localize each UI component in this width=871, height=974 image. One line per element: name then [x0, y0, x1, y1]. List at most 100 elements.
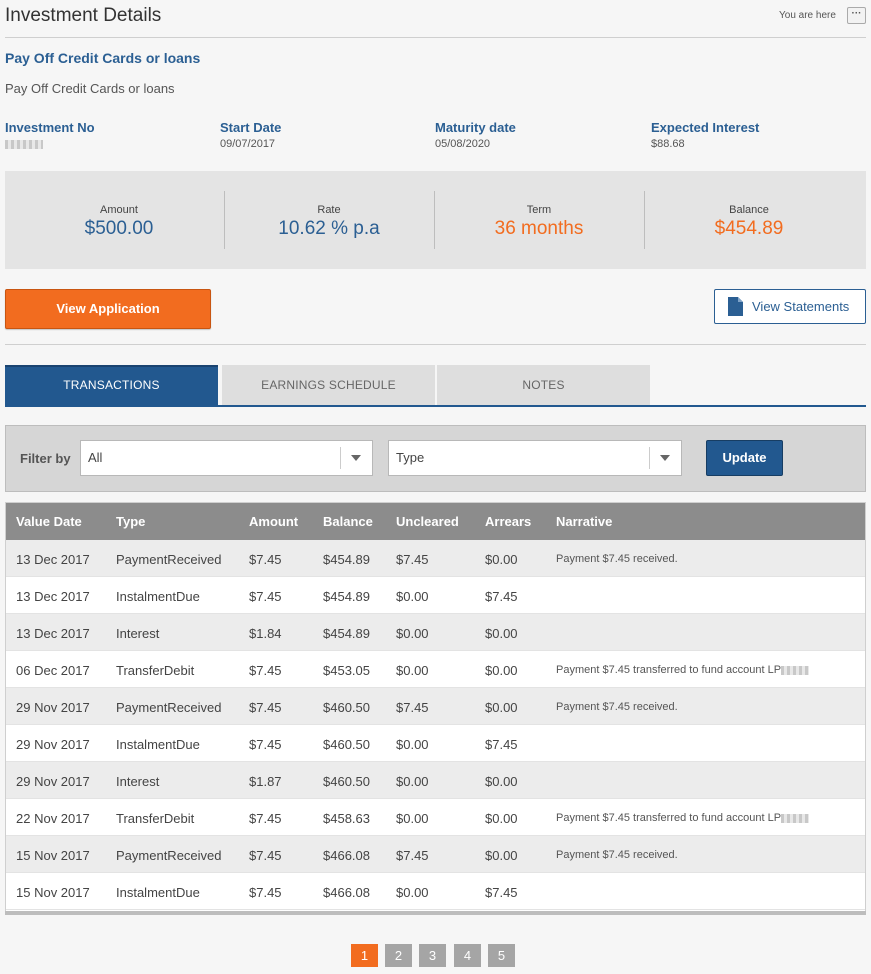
- cell-uncleared: $0.00: [396, 774, 429, 789]
- summary-panel: Amount $500.00 Rate 10.62 % p.a Term 36 …: [5, 171, 866, 269]
- cell-value-date: 29 Nov 2017: [16, 774, 90, 789]
- column-header-value-date[interactable]: Value Date: [16, 514, 82, 529]
- cell-arrears: $0.00: [485, 663, 518, 678]
- cell-type: InstalmentDue: [116, 737, 200, 752]
- table-header: Value Date Type Amount Balance Uncleared…: [6, 503, 865, 540]
- cell-amount: $1.84: [249, 626, 282, 641]
- column-header-amount[interactable]: Amount: [249, 514, 298, 529]
- column-header-type[interactable]: Type: [116, 514, 145, 529]
- chevron-down-icon: [351, 455, 361, 461]
- cell-amount: $1.87: [249, 774, 282, 789]
- cell-uncleared: $0.00: [396, 811, 429, 826]
- cell-balance: $460.50: [323, 774, 370, 789]
- cell-uncleared: $0.00: [396, 663, 429, 678]
- summary-term-value: 36 months: [494, 218, 584, 239]
- cell-type: TransferDebit: [116, 811, 195, 826]
- cell-balance: $460.50: [323, 700, 370, 715]
- column-header-arrears[interactable]: Arrears: [485, 514, 531, 529]
- header-divider: [5, 37, 866, 38]
- tab-underline: [5, 405, 866, 407]
- cell-narrative: Payment $7.45 received.: [556, 701, 678, 713]
- expected-interest-value: $88.68: [651, 138, 685, 150]
- table-row: 06 Dec 2017 TransferDebit $7.45 $453.05 …: [6, 651, 865, 688]
- column-header-narrative[interactable]: Narrative: [556, 514, 612, 529]
- expected-interest-label: Expected Interest: [651, 120, 760, 135]
- cell-type: InstalmentDue: [116, 885, 200, 900]
- start-date-value: 09/07/2017: [220, 138, 276, 150]
- more-options-button[interactable]: ···: [847, 7, 866, 24]
- transactions-table: Value Date Type Amount Balance Uncleared…: [5, 502, 866, 914]
- page-title: Investment Details: [5, 5, 162, 26]
- update-button[interactable]: Update: [706, 440, 783, 476]
- cell-value-date: 22 Nov 2017: [16, 811, 90, 826]
- table-row: 29 Nov 2017 PaymentReceived $7.45 $460.5…: [6, 688, 865, 725]
- cell-arrears: $7.45: [485, 589, 518, 604]
- table-bottom-border: [5, 911, 866, 915]
- chevron-down-icon: [660, 455, 670, 461]
- filter-all-select[interactable]: All: [80, 440, 373, 476]
- section-divider: [5, 344, 866, 345]
- cell-value-date: 13 Dec 2017: [16, 589, 90, 604]
- cell-arrears: $0.00: [485, 552, 518, 567]
- cell-uncleared: $7.45: [396, 848, 429, 863]
- table-row: 13 Dec 2017 InstalmentDue $7.45 $454.89 …: [6, 577, 865, 614]
- cell-value-date: 13 Dec 2017: [16, 552, 90, 567]
- narrative-text: Payment $7.45 transferred to fund accoun…: [556, 812, 782, 824]
- cell-uncleared: $7.45: [396, 700, 429, 715]
- tab-notes[interactable]: NOTES: [437, 365, 650, 405]
- cell-uncleared: $0.00: [396, 626, 429, 641]
- investment-subtitle: Pay Off Credit Cards or loans: [5, 81, 175, 96]
- cell-arrears: $0.00: [485, 848, 518, 863]
- page-button-4[interactable]: 4: [454, 944, 481, 967]
- tab-transactions[interactable]: TRANSACTIONS: [5, 365, 218, 405]
- filter-type-select[interactable]: Type: [388, 440, 682, 476]
- summary-amount-label: Amount: [100, 204, 138, 216]
- maturity-date-label: Maturity date: [435, 120, 516, 135]
- cell-balance: $453.05: [323, 663, 370, 678]
- filter-all-value: All: [88, 450, 103, 465]
- view-application-button[interactable]: View Application: [5, 289, 211, 329]
- table-row: 29 Nov 2017 InstalmentDue $7.45 $460.50 …: [6, 725, 865, 762]
- cell-type: PaymentReceived: [116, 848, 222, 863]
- summary-amount-value: $500.00: [84, 218, 154, 239]
- cell-amount: $7.45: [249, 552, 282, 567]
- cell-value-date: 29 Nov 2017: [16, 737, 90, 752]
- cell-narrative: Payment $7.45 received.: [556, 849, 678, 861]
- column-header-balance[interactable]: Balance: [323, 514, 373, 529]
- view-statements-button[interactable]: View Statements: [714, 289, 866, 324]
- cell-type: PaymentReceived: [116, 700, 222, 715]
- page-button-1[interactable]: 1: [351, 944, 378, 967]
- summary-rate-value: 10.62 % p.a: [278, 218, 380, 239]
- cell-uncleared: $7.45: [396, 552, 429, 567]
- page-button-2[interactable]: 2: [385, 944, 412, 967]
- masked-value: [781, 665, 810, 675]
- table-row: 29 Nov 2017 Interest $1.87 $460.50 $0.00…: [6, 762, 865, 799]
- page-button-5[interactable]: 5: [488, 944, 515, 967]
- cell-arrears: $7.45: [485, 885, 518, 900]
- summary-balance-value: $454.89: [714, 218, 784, 239]
- column-header-uncleared[interactable]: Uncleared: [396, 514, 459, 529]
- masked-value: [5, 139, 43, 149]
- view-statements-label: View Statements: [752, 299, 850, 314]
- cell-arrears: $0.00: [485, 700, 518, 715]
- page-button-3[interactable]: 3: [419, 944, 446, 967]
- you-are-here-label: You are here: [779, 10, 836, 21]
- document-icon: [728, 297, 743, 316]
- narrative-text: Payment $7.45 transferred to fund accoun…: [556, 664, 782, 676]
- cell-amount: $7.45: [249, 663, 282, 678]
- cell-narrative: Payment $7.45 transferred to fund accoun…: [556, 812, 810, 824]
- cell-narrative: Payment $7.45 received.: [556, 553, 678, 565]
- maturity-date-value: 05/08/2020: [435, 138, 491, 150]
- cell-type: Interest: [116, 774, 160, 789]
- select-separator: [649, 447, 650, 469]
- cell-narrative: Payment $7.45 transferred to fund accoun…: [556, 664, 810, 676]
- tab-earnings-schedule[interactable]: EARNINGS SCHEDULE: [222, 365, 435, 405]
- summary-rate: Rate 10.62 % p.a: [224, 191, 434, 249]
- cell-arrears: $0.00: [485, 774, 518, 789]
- table-row: 13 Dec 2017 Interest $1.84 $454.89 $0.00…: [6, 614, 865, 651]
- cell-value-date: 06 Dec 2017: [16, 663, 90, 678]
- cell-amount: $7.45: [249, 589, 282, 604]
- cell-uncleared: $0.00: [396, 737, 429, 752]
- table-row: 22 Nov 2017 TransferDebit $7.45 $458.63 …: [6, 799, 865, 836]
- filter-type-value: Type: [396, 450, 425, 465]
